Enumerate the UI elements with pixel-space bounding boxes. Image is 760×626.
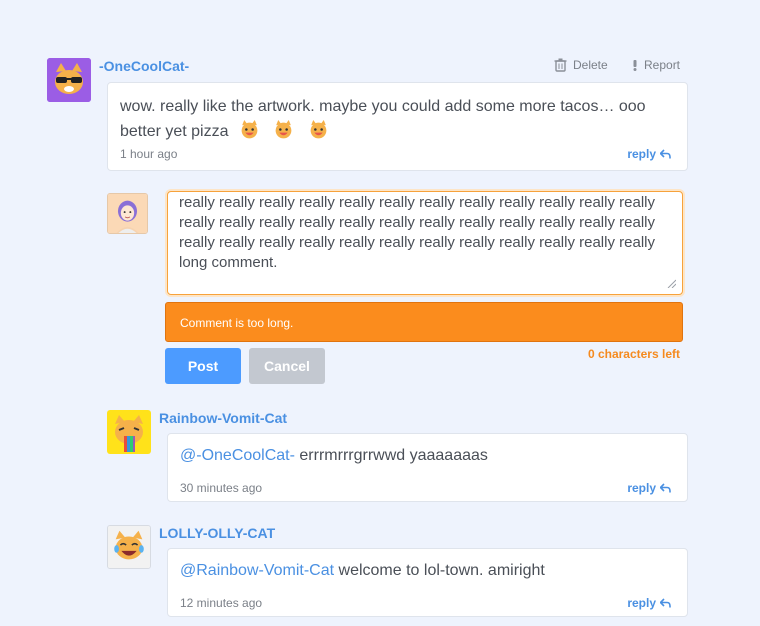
comment-time: 1 hour ago <box>120 147 178 161</box>
cat-emoji-icon <box>239 119 260 140</box>
rainbow-cat-icon <box>107 410 151 454</box>
reply-arrow-icon <box>660 483 671 493</box>
comment-body: errrmrrrgrrwwd yaaaaaaas <box>294 447 488 464</box>
comment-textarea-container: really really really really really reall… <box>167 191 683 295</box>
cat-emoji-icon <box>308 119 329 140</box>
trash-icon <box>554 58 567 72</box>
avatar-current-user[interactable] <box>107 193 148 234</box>
avatar-lolly-olly-cat[interactable] <box>107 525 151 569</box>
reply-label: reply <box>627 596 656 610</box>
comment-card: wow. really like the artwork. maybe you … <box>107 82 688 171</box>
reply-button[interactable]: reply <box>627 147 671 161</box>
exclamation-icon <box>633 60 637 71</box>
mention-link[interactable]: @-OneCoolCat- <box>180 447 295 464</box>
error-message: Comment is too long. <box>165 302 683 342</box>
comment-body: wow. really like the artwork. maybe you … <box>120 98 646 140</box>
comment-text: @Rainbow-Vomit-Cat welcome to lol-town. … <box>180 559 545 583</box>
comment-body: welcome to lol-town. amiright <box>334 562 545 579</box>
comment-card: @-OneCoolCat- errrmrrrgrrwwd yaaaaaaas 3… <box>167 433 688 502</box>
reply-label: reply <box>627 147 656 161</box>
reply-button[interactable]: reply <box>627 481 671 495</box>
comment-input[interactable]: really really really really really reall… <box>168 192 682 294</box>
comment-card: @Rainbow-Vomit-Cat welcome to lol-town. … <box>167 548 688 617</box>
reply-arrow-icon <box>660 598 671 608</box>
comment-text: wow. really like the artwork. maybe you … <box>120 95 670 144</box>
comment-username[interactable]: -OneCoolCat- <box>99 58 189 74</box>
avatar-onecoolcat[interactable] <box>47 58 91 102</box>
comment-username[interactable]: Rainbow-Vomit-Cat <box>159 410 287 426</box>
resize-handle-icon[interactable] <box>666 278 676 288</box>
comment-time: 12 minutes ago <box>180 596 263 610</box>
avatar-rainbow-vomit-cat[interactable] <box>107 410 151 454</box>
cancel-button[interactable]: Cancel <box>249 348 325 384</box>
reply-arrow-icon <box>660 149 671 159</box>
comment-time: 30 minutes ago <box>180 481 263 495</box>
post-button[interactable]: Post <box>165 348 241 384</box>
comment-text: @-OneCoolCat- errrmrrrgrrwwd yaaaaaaas <box>180 444 488 468</box>
laughing-cat-icon <box>108 526 150 568</box>
characters-left-counter: 0 characters left <box>587 347 680 361</box>
report-label: Report <box>644 58 681 72</box>
report-button[interactable]: Report <box>632 58 680 72</box>
delete-label: Delete <box>573 58 608 72</box>
reply-button[interactable]: reply <box>627 596 671 610</box>
reply-label: reply <box>627 481 656 495</box>
delete-button[interactable]: Delete <box>554 58 608 72</box>
mention-link[interactable]: @Rainbow-Vomit-Cat <box>180 562 334 579</box>
user-avatar-icon <box>108 194 147 233</box>
cat-emoji-icon <box>273 119 294 140</box>
cool-cat-icon <box>47 58 91 102</box>
comment-username[interactable]: LOLLY-OLLY-CAT <box>159 525 275 541</box>
